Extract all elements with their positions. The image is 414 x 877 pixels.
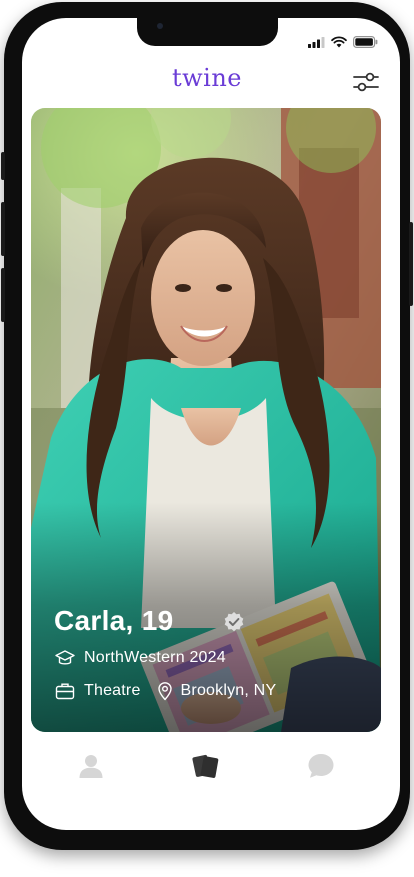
school-text: NorthWestern 2024 (84, 649, 226, 666)
location-pin-icon (155, 681, 175, 701)
sliders-icon (352, 72, 380, 98)
cards-icon (191, 752, 221, 784)
person-icon (78, 753, 104, 783)
wifi-icon (331, 33, 347, 52)
volume-down-button (1, 268, 5, 322)
chat-bubble-icon (307, 752, 335, 784)
occupation-text: Theatre (84, 682, 141, 699)
briefcase-icon (55, 681, 75, 701)
filter-button[interactable] (352, 70, 380, 94)
bottom-nav (0, 748, 414, 792)
check-badge-icon (223, 611, 245, 633)
notch (137, 16, 278, 46)
signal-icon (308, 33, 325, 52)
power-button (409, 222, 413, 306)
side-button (1, 152, 5, 180)
nav-cards[interactable] (184, 748, 228, 788)
nav-profile[interactable] (69, 748, 113, 788)
volume-up-button (1, 202, 5, 256)
profile-card[interactable]: Carla, 19 NorthWestern 2024 Theatre Broo… (31, 108, 381, 732)
location-text: Brooklyn, NY (180, 682, 277, 699)
front-camera (157, 23, 163, 29)
battery-icon (353, 33, 378, 52)
status-bar (308, 33, 378, 52)
meta-row: Theatre Brooklyn, NY (55, 681, 276, 701)
nav-messages[interactable] (299, 748, 343, 788)
profile-name: Carla, 19 (54, 605, 174, 636)
school-row: NorthWestern 2024 (55, 648, 226, 668)
graduation-cap-icon (55, 648, 75, 668)
